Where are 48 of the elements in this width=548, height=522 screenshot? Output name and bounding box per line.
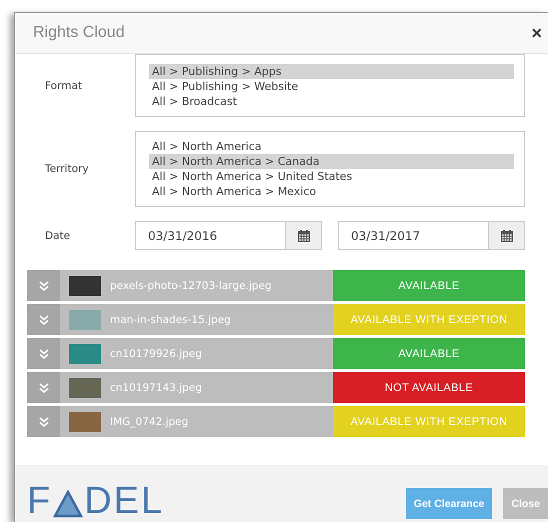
list-option[interactable]: All > Publishing > Website — [149, 79, 514, 94]
dialog-title: Rights Cloud — [33, 24, 125, 42]
list-option[interactable]: All > North America > United States — [149, 169, 514, 184]
photo-placeholder — [69, 276, 101, 296]
expand-button[interactable] — [27, 270, 60, 301]
calendar-button[interactable] — [285, 222, 321, 249]
date-field[interactable]: 03/31/2016 — [135, 221, 322, 250]
calendar-button[interactable] — [488, 222, 524, 249]
calendar-icon — [298, 230, 310, 242]
calendar-icon — [500, 230, 512, 242]
listbox[interactable]: All > North America All > North America > Canada All > North America > United States All > North America > Mexico — [135, 131, 525, 207]
logo-text: DEL — [84, 484, 164, 518]
file-name: man-in-shades-15.jpeg — [110, 312, 232, 328]
expand-button[interactable] — [27, 406, 60, 437]
listbox[interactable]: All > Publishing > Apps All > Publishing > Website All > Broadcast — [135, 54, 525, 117]
field-label: Format — [44, 80, 84, 92]
photo-placeholder — [69, 344, 101, 364]
status-label: AVAILABLE WITH EXEPTION — [333, 304, 525, 335]
photo-placeholder — [69, 412, 101, 432]
file-name: cn10197143.jpeg — [110, 380, 203, 396]
photo-placeholder — [69, 378, 101, 398]
list-option[interactable]: All > Broadcast — [149, 94, 514, 109]
file-name: cn10179926.jpeg — [110, 346, 203, 362]
status-label: AVAILABLE — [333, 338, 525, 369]
expand-button[interactable] — [27, 338, 60, 369]
status-label: NOT AVAILABLE — [333, 372, 525, 403]
list-option[interactable]: All > North America — [149, 139, 514, 154]
close-button[interactable]: × — [531, 22, 542, 44]
file-name: IMG_0742.jpeg — [110, 414, 190, 430]
list-option[interactable]: All > North America > Mexico — [149, 184, 514, 199]
field-label: Territory — [44, 163, 90, 175]
logo-text: F — [27, 484, 52, 518]
double-chevron-icon — [38, 280, 48, 290]
expand-button[interactable] — [27, 372, 60, 403]
status-label: AVAILABLE WITH EXEPTION — [333, 406, 525, 437]
triangle-logo-icon — [53, 490, 84, 518]
double-chevron-icon — [38, 314, 48, 324]
double-chevron-icon — [38, 416, 48, 426]
date-field[interactable]: 03/31/2017 — [338, 221, 525, 250]
double-chevron-icon — [38, 348, 48, 358]
list-option[interactable]: All > Publishing > Apps — [149, 64, 514, 79]
expand-button[interactable] — [27, 304, 60, 335]
file-name: pexels-photo-12703-large.jpeg — [110, 278, 273, 294]
field-label: Date — [44, 230, 72, 242]
list-option[interactable]: All > North America > Canada — [149, 154, 514, 169]
double-chevron-icon — [38, 382, 48, 392]
photo-placeholder — [69, 310, 101, 330]
status-label: AVAILABLE — [333, 270, 525, 301]
